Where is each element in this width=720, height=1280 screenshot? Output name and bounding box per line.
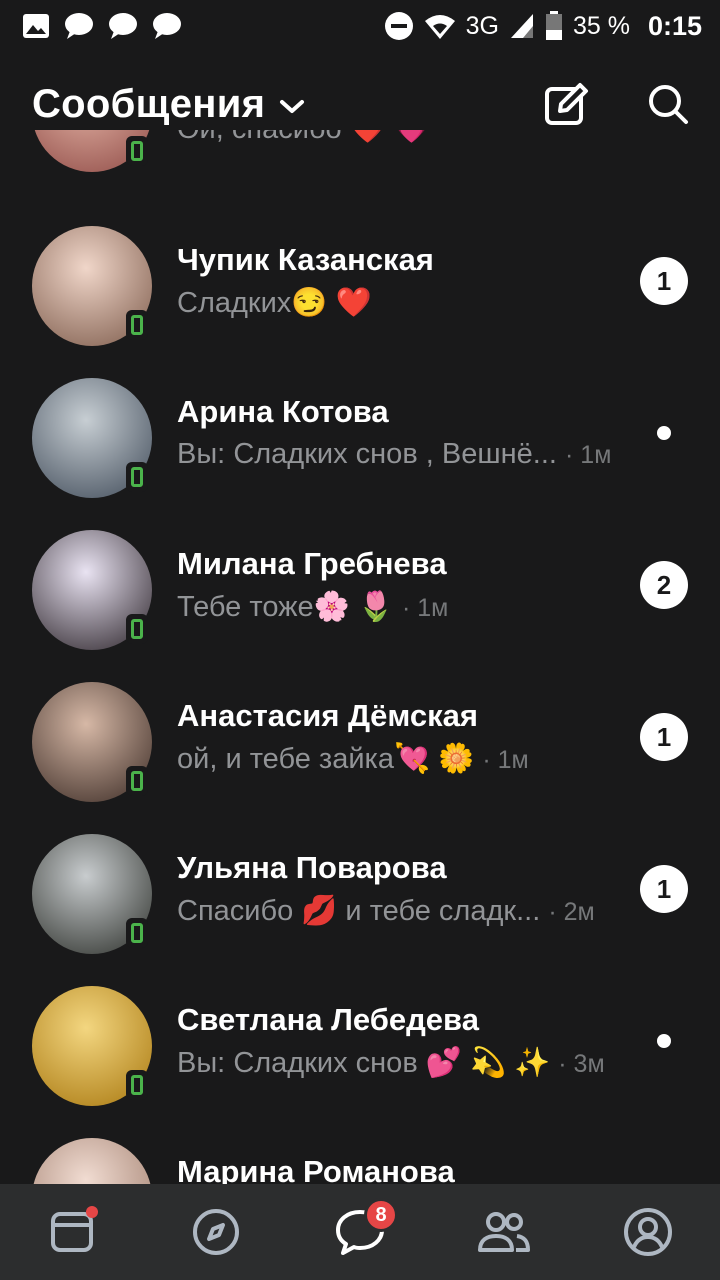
avatar — [32, 378, 152, 498]
network-type: 3G — [465, 11, 499, 40]
online-mobile-icon — [126, 614, 148, 644]
avatar — [32, 834, 152, 954]
battery-icon — [545, 11, 562, 40]
tab-profile[interactable] — [608, 1192, 688, 1272]
search-icon[interactable] — [646, 82, 690, 126]
message-preview: Спасибо 💋 и тебе сладк... · 2м — [177, 895, 595, 927]
conversation-row[interactable]: Милана Гребнева Тебе тоже🌸 🌷 · 1м 2 — [0, 514, 720, 666]
conversation-row[interactable]: Ой, спасибо ❤️ 💗 — [0, 130, 720, 188]
clock: 0:15 — [647, 10, 702, 41]
conversation-row[interactable]: Арина Котова Вы: Сладких снов , Вешнё...… — [0, 362, 720, 514]
conversation-row[interactable]: Чупик Казанская Сладких😏 ❤️ 1 — [0, 210, 720, 362]
contact-name: Ульяна Поварова — [177, 850, 447, 885]
avatar — [32, 682, 152, 802]
online-mobile-icon — [126, 1070, 148, 1100]
avatar — [32, 130, 152, 172]
message-time: · 1м — [565, 441, 612, 469]
message-time: · 1м — [401, 594, 449, 622]
dnd-icon — [384, 12, 413, 40]
contact-name: Анастасия Дёмская — [177, 698, 478, 733]
profile-icon — [624, 1208, 672, 1256]
bottom-tab-bar: 8 — [0, 1184, 720, 1280]
battery-level: 35 % — [572, 11, 630, 40]
avatar — [32, 1138, 152, 1184]
contact-name: Арина Котова — [177, 394, 389, 429]
unread-dot — [657, 1034, 671, 1048]
message-icon — [109, 13, 137, 39]
compass-icon — [193, 1209, 239, 1255]
avatar-photo — [32, 1138, 152, 1184]
tab-feed[interactable] — [32, 1192, 112, 1272]
online-mobile-icon — [126, 310, 148, 340]
unread-badge: 1 — [640, 865, 688, 913]
unread-badge: 1 — [640, 257, 688, 305]
message-preview: ой, и тебе зайка💘 🌼 · 1м — [177, 743, 529, 775]
avatar — [32, 530, 152, 650]
message-preview: Сладких😏 ❤️ — [177, 287, 372, 319]
conversation-row[interactable]: Светлана Лебедева Вы: Сладких снов 💕 💫 ✨… — [0, 970, 720, 1122]
feed-icon — [51, 1212, 93, 1252]
contact-name: Милана Гребнева — [177, 546, 447, 581]
avatar — [32, 986, 152, 1106]
online-mobile-icon — [126, 462, 148, 492]
signal-icon — [510, 14, 533, 38]
friends-icon — [478, 1212, 530, 1252]
avatar — [32, 226, 152, 346]
message-preview: Тебе тоже🌸 🌷 · 1м — [177, 591, 449, 623]
status-bar: 3G 35 % 0:15 — [0, 0, 720, 52]
message-time: · 1м — [482, 746, 529, 774]
online-mobile-icon — [126, 766, 148, 796]
unread-badge: 2 — [640, 561, 688, 609]
conversation-list[interactable]: Ой, спасибо ❤️ 💗 Чупик Казанская Сладких… — [0, 130, 720, 1184]
message-time: · 2м — [548, 898, 595, 926]
message-icon — [65, 13, 93, 39]
online-mobile-icon — [126, 136, 148, 166]
unread-badge: 1 — [640, 713, 688, 761]
tab-discover[interactable] — [176, 1192, 256, 1272]
chevron-down-icon[interactable] — [279, 99, 305, 115]
conversation-row[interactable]: Анастасия Дёмская ой, и тебе зайка💘 🌼 · … — [0, 666, 720, 818]
tab-friends[interactable] — [464, 1192, 544, 1272]
message-icon — [153, 13, 181, 39]
compose-icon[interactable] — [544, 81, 590, 127]
conversation-row[interactable]: Ульяна Поварова Спасибо 💋 и тебе сладк..… — [0, 818, 720, 970]
gallery-icon — [23, 14, 49, 38]
tab-messages[interactable]: 8 — [320, 1192, 400, 1272]
message-preview: Вы: Сладких снов 💕 💫 ✨ · 3м — [177, 1047, 605, 1079]
contact-name: Марина Романова — [177, 1154, 455, 1184]
contact-name: Чупик Казанская — [177, 242, 434, 277]
message-time: · 3м — [558, 1050, 605, 1078]
unread-dot — [657, 426, 671, 440]
contact-name: Светлана Лебедева — [177, 1002, 479, 1037]
message-preview: Вы: Сладких снов , Вешнё... · 1м — [177, 438, 612, 470]
messages-count-badge: 8 — [364, 1198, 398, 1232]
conversation-row[interactable]: Марина Романова — [0, 1122, 720, 1184]
notification-dot — [86, 1206, 98, 1218]
wifi-icon — [424, 15, 455, 39]
message-preview: Ой, спасибо ❤️ 💗 — [177, 130, 430, 146]
online-mobile-icon — [126, 918, 148, 948]
page-title[interactable]: Сообщения — [32, 82, 265, 127]
